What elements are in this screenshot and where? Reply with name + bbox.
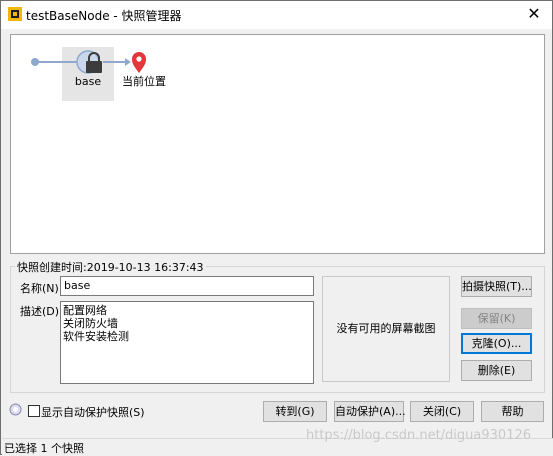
keep-button[interactable]: 保留(K): [461, 308, 532, 329]
show-auto-protect-checkbox[interactable]: [28, 405, 40, 417]
delete-button[interactable]: 删除(E): [461, 360, 532, 381]
clone-button[interactable]: 克隆(O)...: [461, 333, 532, 354]
snapshot-tree-canvas[interactable]: base 当前位置: [10, 34, 545, 254]
window-title: testBaseNode - 快照管理器: [26, 9, 182, 23]
no-screenshot-text: 没有可用的屏幕截图: [336, 322, 436, 335]
current-location-label: 当前位置: [122, 74, 166, 88]
description-line: 关闭防火墙: [63, 317, 118, 330]
auto-protect-button[interactable]: 自动保护(A)...: [334, 401, 406, 422]
snapshot-manager-window: testBaseNode - 快照管理器 ✕ base 当前位置 快照创建时间:…: [0, 0, 553, 455]
screenshot-preview: 没有可用的屏幕截图: [322, 276, 450, 382]
close-window-button[interactable]: ✕: [522, 3, 546, 25]
current-location-pin-icon: [132, 52, 146, 73]
snapshot-tree: base 当前位置: [31, 47, 166, 101]
description-line: 软件安装检测: [63, 330, 129, 343]
watermark-text: https://blog.csdn.net/digua930126: [306, 428, 532, 443]
status-text: 已选择 1 个快照: [4, 442, 84, 455]
title-bar: testBaseNode - 快照管理器 ✕: [1, 1, 552, 29]
name-value: base: [64, 279, 91, 292]
help-button[interactable]: 帮助: [481, 401, 544, 422]
description-textarea[interactable]: 配置网络 关闭防火墙 软件安装检测: [60, 301, 314, 384]
goto-button[interactable]: 转到(G): [263, 401, 327, 422]
name-label: 名称(N):: [20, 282, 63, 295]
snapshot-node-label: base: [75, 75, 101, 88]
created-time-label: 快照创建时间:2019-10-13 16:37:43: [15, 259, 206, 275]
vmware-app-icon: [8, 7, 22, 21]
name-input[interactable]: base: [60, 276, 314, 296]
close-button[interactable]: 关闭(C): [410, 401, 474, 422]
take-snapshot-button[interactable]: 拍摄快照(T)...: [461, 276, 532, 297]
description-label: 描述(D):: [20, 305, 63, 318]
arrow-head-icon: [125, 58, 131, 66]
show-auto-protect-label[interactable]: 显示自动保护快照(S): [41, 404, 145, 420]
close-icon: ✕: [527, 4, 541, 23]
help-circle-icon: [9, 403, 22, 416]
description-line: 配置网络: [63, 304, 107, 317]
